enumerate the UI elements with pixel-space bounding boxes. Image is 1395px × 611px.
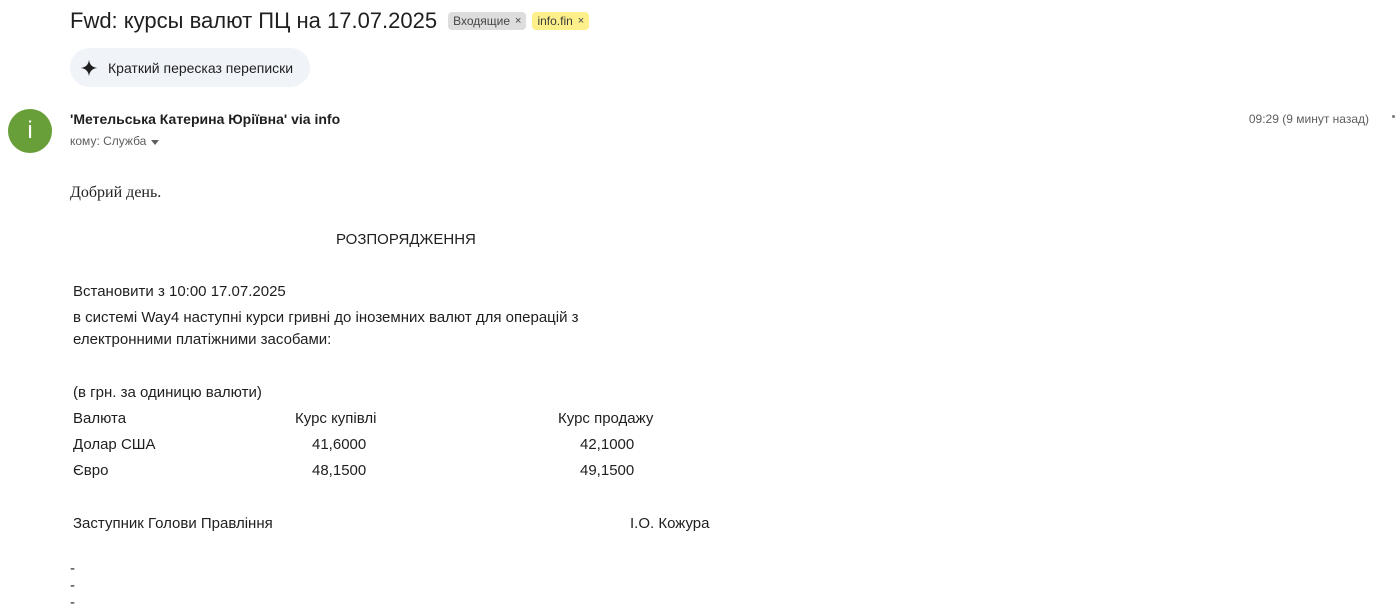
signature-name: І.О. Кожура bbox=[630, 515, 710, 532]
order-title: РОЗПОРЯДЖЕННЯ bbox=[336, 231, 476, 248]
units-note: (в грн. за одиницю валюти) bbox=[73, 384, 262, 401]
summarize-thread-button[interactable]: Краткий пересказ переписки bbox=[70, 48, 311, 87]
signature-role: Заступник Голови Правління bbox=[73, 515, 273, 532]
summarize-thread-label: Краткий пересказ переписки bbox=[108, 59, 294, 76]
order-line-means: електронними платіжними засобами: bbox=[73, 331, 332, 348]
sender-name[interactable]: 'Метельська Катерина Юріївна' via info bbox=[70, 111, 340, 127]
label-chip-text: info.fin bbox=[537, 14, 573, 28]
signature-separator: --- bbox=[70, 560, 75, 611]
table-header-currency: Валюта bbox=[73, 410, 127, 427]
recipients-text: кому: Служба bbox=[70, 134, 147, 148]
recipients-toggle[interactable]: кому: Служба bbox=[70, 134, 160, 148]
table-cell-buy: 48,1500 bbox=[312, 462, 367, 479]
table-cell-sell: 42,1000 bbox=[580, 436, 635, 453]
order-line-system: в системі Way4 наступні курси гривні до … bbox=[73, 309, 579, 326]
label-chip-text: Входящие bbox=[453, 14, 510, 28]
table-cell-currency: Євро bbox=[73, 462, 109, 479]
message-timestamp: 09:29 (9 минут назад) bbox=[1248, 112, 1369, 126]
table-cell-currency: Долар США bbox=[73, 436, 156, 453]
label-chip-inbox[interactable]: Входящие × bbox=[448, 12, 527, 30]
email-subject: Fwd: курсы валют ПЦ на 17.07.2025 bbox=[70, 8, 438, 33]
remove-label-icon[interactable]: × bbox=[578, 15, 584, 27]
table-header-buy: Курс купівлі bbox=[295, 410, 377, 427]
chevron-down-icon bbox=[151, 139, 160, 145]
sparkle-icon bbox=[80, 59, 98, 76]
label-chip-info-fin[interactable]: info.fin × bbox=[532, 12, 590, 30]
greeting-text: Добрий день. bbox=[70, 184, 162, 201]
table-header-sell: Курс продажу bbox=[558, 410, 654, 427]
table-cell-sell: 49,1500 bbox=[580, 462, 635, 479]
sender-avatar[interactable]: i bbox=[8, 109, 52, 153]
table-cell-buy: 41,6000 bbox=[312, 436, 367, 453]
remove-label-icon[interactable]: × bbox=[515, 15, 521, 27]
subject-row: Fwd: курсы валют ПЦ на 17.07.2025 Входящ… bbox=[70, 8, 590, 34]
order-line-set: Встановити з 10:00 17.07.2025 bbox=[73, 283, 286, 300]
